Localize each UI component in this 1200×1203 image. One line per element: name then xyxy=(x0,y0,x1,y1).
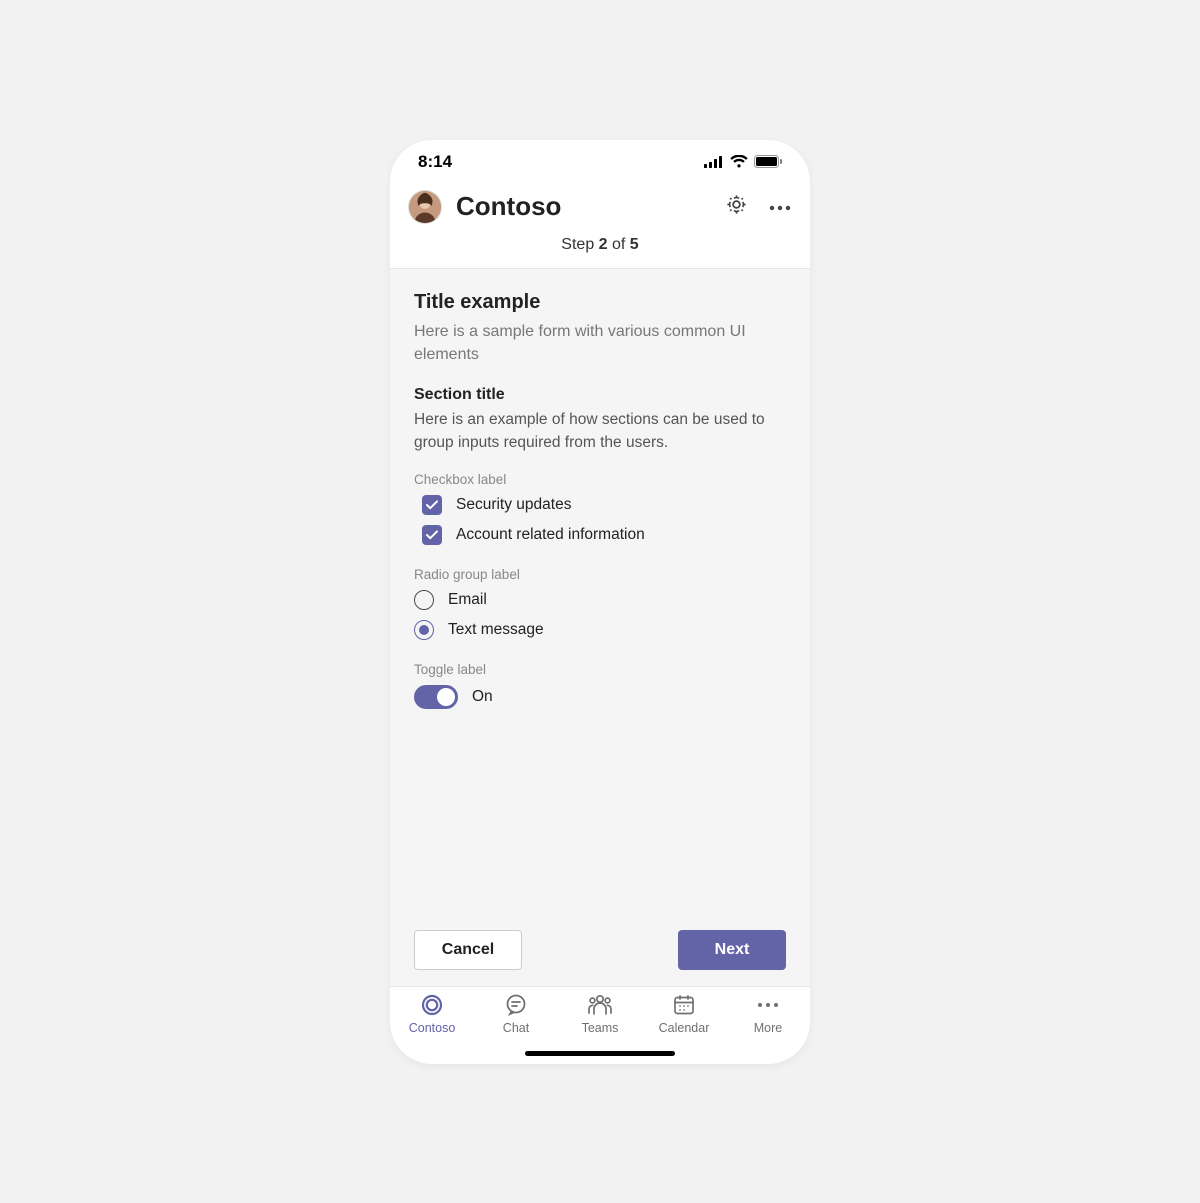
wifi-icon xyxy=(730,155,748,168)
toggle-group-label: Toggle label xyxy=(414,662,786,677)
section-description: Here is an example of how sections can b… xyxy=(414,408,786,455)
status-bar: 8:14 xyxy=(390,140,810,184)
avatar[interactable] xyxy=(408,190,442,224)
toggle-state-label: On xyxy=(472,688,493,706)
calendar-icon xyxy=(672,993,696,1017)
checkbox-group: Checkbox label Security updates Account … xyxy=(414,472,786,545)
more-horizontal-icon xyxy=(769,198,791,216)
checkbox-account-info[interactable]: Account related information xyxy=(414,525,786,545)
step-mid: of xyxy=(608,236,630,253)
check-icon xyxy=(426,530,438,540)
toggle-switch[interactable] xyxy=(414,685,458,709)
tab-label: Teams xyxy=(582,1021,619,1035)
radio-input[interactable] xyxy=(414,590,434,610)
form-content: Title example Here is a sample form with… xyxy=(390,269,810,986)
step-current: 2 xyxy=(599,236,608,253)
checkbox-security-updates[interactable]: Security updates xyxy=(414,495,786,515)
check-icon xyxy=(426,500,438,510)
gear-icon xyxy=(725,193,748,221)
phone-frame: 8:14 Contoso xyxy=(390,140,810,1064)
page-subtitle: Here is a sample form with various commo… xyxy=(414,320,786,366)
header: Contoso xyxy=(390,184,810,236)
chat-icon xyxy=(504,993,528,1017)
checkbox-input[interactable] xyxy=(422,495,442,515)
cancel-button[interactable]: Cancel xyxy=(414,930,522,970)
toggle-group: Toggle label On xyxy=(414,662,786,709)
tab-contoso[interactable]: Contoso xyxy=(390,993,474,1064)
step-prefix: Step xyxy=(561,236,598,253)
radio-label: Email xyxy=(448,591,487,609)
tab-label: More xyxy=(754,1021,782,1035)
home-indicator[interactable] xyxy=(525,1051,675,1056)
radio-group-label: Radio group label xyxy=(414,567,786,582)
footer-buttons: Cancel Next xyxy=(414,930,786,970)
section-title: Section title xyxy=(414,386,786,404)
radio-group: Radio group label Email Text message xyxy=(414,567,786,640)
radio-text-message[interactable]: Text message xyxy=(414,620,786,640)
teams-icon xyxy=(587,993,613,1017)
cellular-icon xyxy=(704,156,724,168)
status-indicators xyxy=(704,155,782,168)
checkbox-label: Security updates xyxy=(456,496,571,514)
status-time: 8:14 xyxy=(418,152,452,172)
next-button[interactable]: Next xyxy=(678,930,786,970)
settings-button[interactable] xyxy=(724,195,748,219)
radio-input[interactable] xyxy=(414,620,434,640)
contoso-ring-icon xyxy=(420,993,444,1017)
page-title: Title example xyxy=(414,291,786,314)
tab-label: Calendar xyxy=(659,1021,710,1035)
step-indicator: Step 2 of 5 xyxy=(390,236,810,269)
step-total: 5 xyxy=(630,236,639,253)
more-horizontal-icon xyxy=(757,993,779,1017)
checkbox-input[interactable] xyxy=(422,525,442,545)
battery-icon xyxy=(754,155,782,168)
tab-label: Contoso xyxy=(409,1021,456,1035)
more-button[interactable] xyxy=(768,195,792,219)
app-title: Contoso xyxy=(456,191,710,222)
tab-more[interactable]: More xyxy=(726,993,810,1064)
tab-label: Chat xyxy=(503,1021,529,1035)
radio-label: Text message xyxy=(448,621,544,639)
checkbox-label: Account related information xyxy=(456,526,645,544)
checkbox-group-label: Checkbox label xyxy=(414,472,786,487)
radio-email[interactable]: Email xyxy=(414,590,786,610)
